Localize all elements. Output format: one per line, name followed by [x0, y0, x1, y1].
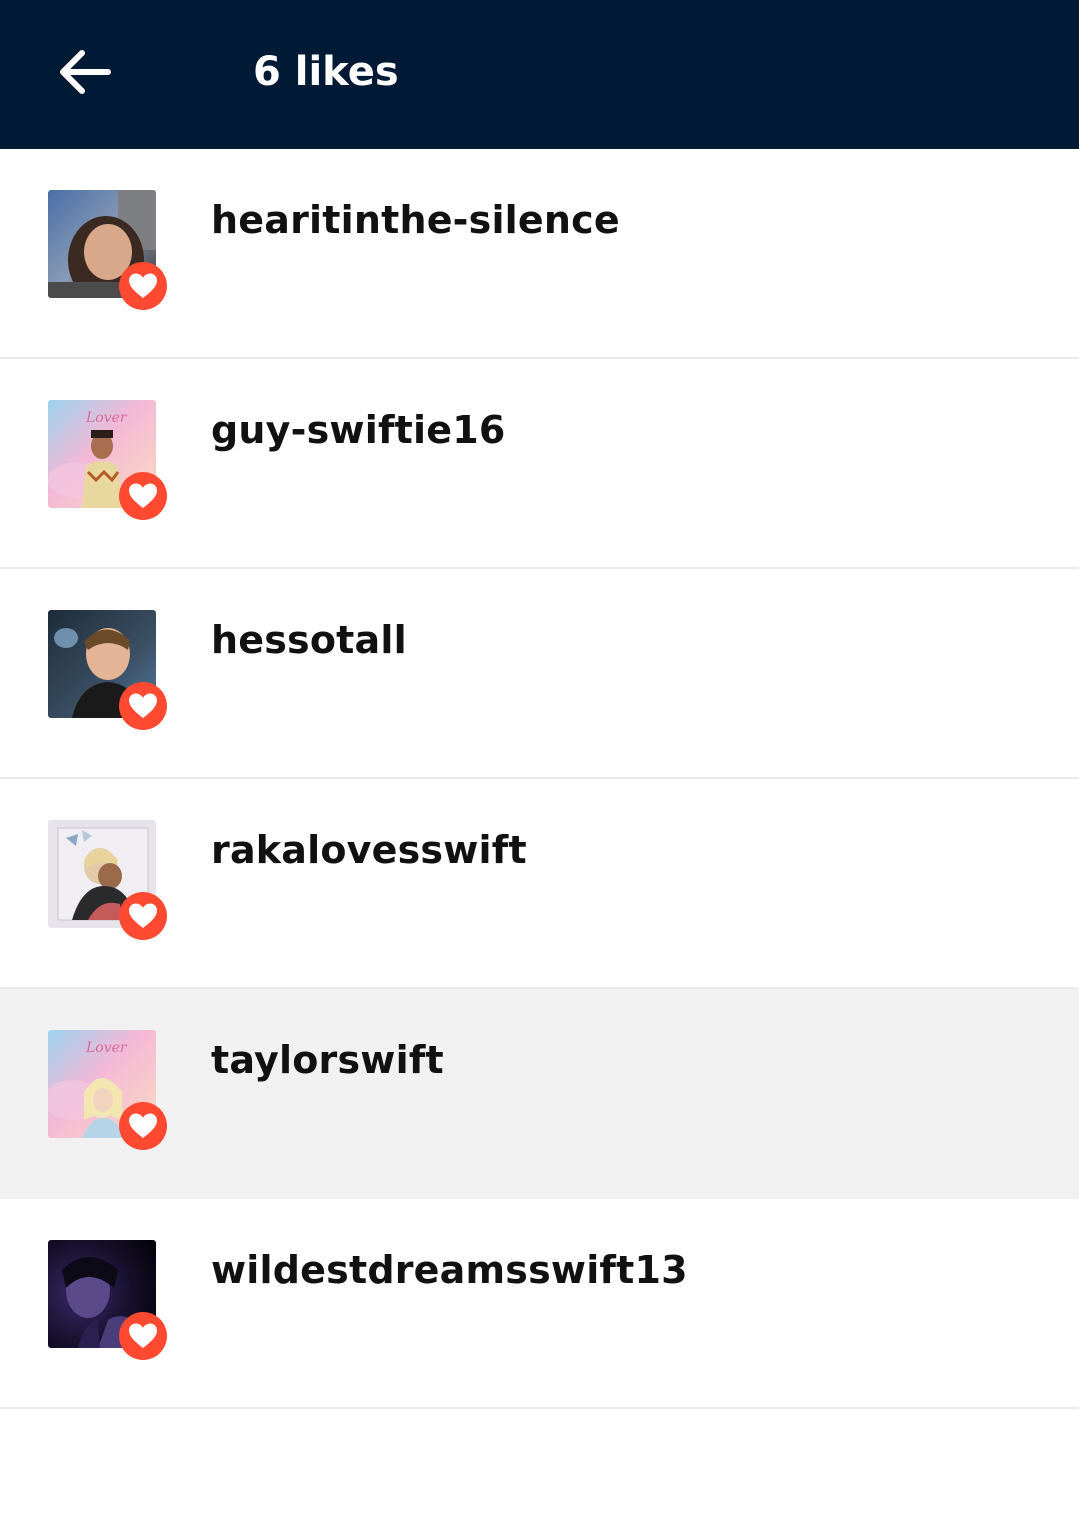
page-title: 6 likes — [253, 49, 399, 95]
svg-text:Lover: Lover — [85, 410, 128, 426]
heart-icon — [129, 693, 157, 718]
username[interactable]: taylorswift — [211, 1037, 444, 1083]
arrow-left-icon — [60, 50, 111, 94]
heart-icon — [129, 483, 157, 508]
heart-icon — [129, 273, 157, 298]
heart-badge — [119, 262, 167, 310]
heart-badge — [119, 682, 167, 730]
username[interactable]: wildestdreamsswift13 — [211, 1247, 688, 1293]
heart-badge — [119, 472, 167, 520]
list-item[interactable]: rakalovesswift — [0, 779, 1079, 989]
list-item[interactable]: hessotall — [0, 569, 1079, 779]
list-item[interactable]: Lover guy-swiftie16 — [0, 359, 1079, 569]
heart-badge — [119, 892, 167, 940]
username[interactable]: hearitinthe-silence — [211, 197, 620, 243]
likes-list: hearitinthe-silence Lover guy-swiftie16 … — [0, 149, 1079, 1409]
heart-icon — [129, 1323, 157, 1348]
heart-badge — [119, 1312, 167, 1360]
heart-badge — [119, 1102, 167, 1150]
top-app-bar: 6 likes — [0, 0, 1079, 149]
back-button[interactable] — [52, 40, 116, 104]
username[interactable]: guy-swiftie16 — [211, 407, 506, 453]
heart-icon — [129, 1113, 157, 1138]
username[interactable]: hessotall — [211, 617, 407, 663]
list-item[interactable]: Lover taylorswift — [0, 989, 1079, 1199]
list-item[interactable]: hearitinthe-silence — [0, 149, 1079, 359]
username[interactable]: rakalovesswift — [211, 827, 527, 873]
svg-text:Lover: Lover — [85, 1040, 128, 1056]
list-item[interactable]: wildestdreamsswift13 — [0, 1199, 1079, 1409]
heart-icon — [129, 903, 157, 928]
